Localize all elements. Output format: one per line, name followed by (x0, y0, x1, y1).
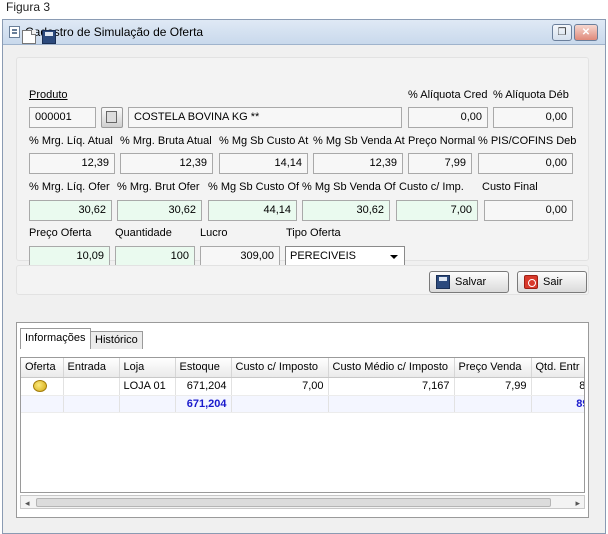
title-bar: Cadastro de Simulação de Oferta ❐ ✕ (3, 20, 605, 45)
save-disk-icon (436, 275, 450, 289)
app-form-icon (9, 26, 20, 38)
cell-preco-venda: 7,99 (454, 377, 532, 396)
cell-custo-imposto: 7,00 (231, 377, 329, 396)
aliquota-deb-field: 0,00 (493, 107, 573, 128)
close-button[interactable]: ✕ (574, 24, 598, 41)
aliquota-cred-label: % Alíquota Cred (408, 89, 488, 101)
tipo-oferta-select[interactable]: PERECIVEIS (285, 246, 405, 267)
tipo-oferta-value: PERECIVEIS (290, 250, 357, 262)
cell-oferta (21, 377, 64, 396)
pis-cofins-deb-field: 0,00 (478, 153, 573, 174)
custo-imp-label: Custo c/ Imp. (399, 181, 464, 193)
cell-entrada (63, 377, 120, 396)
chevron-down-icon (390, 255, 398, 259)
cell-loja: LOJA 01 (119, 377, 176, 396)
figure-caption: Figura 3 (6, 0, 51, 14)
mrg-liq-ofer-field[interactable]: 30,62 (29, 200, 112, 221)
mg-sb-custo-of-label: % Mg Sb Custo Of (208, 181, 300, 193)
power-exit-icon (524, 275, 538, 289)
mg-sb-venda-at-label: % Mg Sb Venda At (313, 135, 405, 147)
close-icon: ✕ (581, 27, 591, 38)
horizontal-scrollbar[interactable]: ◂ ▸ (20, 495, 585, 509)
cell-custo-medio: 7,167 (328, 377, 455, 396)
quantidade-label: Quantidade (115, 227, 172, 239)
mrg-liq-atual-field: 12,39 (29, 153, 115, 174)
custo-final-label: Custo Final (482, 181, 538, 193)
col-estoque[interactable]: Estoque (175, 358, 232, 378)
mg-sb-custo-at-field: 14,14 (219, 153, 308, 174)
table-row[interactable]: LOJA 01 671,204 7,00 7,167 7,99 89 (21, 377, 584, 396)
cell-qtd-entr: 89 (531, 377, 584, 396)
quantidade-field[interactable]: 100 (115, 246, 195, 267)
custo-imp-field[interactable]: 7,00 (396, 200, 478, 221)
preco-normal-field: 7,99 (408, 153, 472, 174)
cell-estoque: 671,204 (175, 377, 232, 396)
preco-oferta-label: Preço Oferta (29, 227, 92, 239)
mrg-bruta-atual-label: % Mrg. Bruta Atual (120, 135, 212, 147)
mg-sb-venda-at-field: 12,39 (313, 153, 403, 174)
salvar-button[interactable]: Salvar (429, 271, 509, 293)
col-entrada[interactable]: Entrada (63, 358, 120, 378)
total-qtd-entr: 89, (531, 395, 584, 413)
mg-sb-custo-of-field[interactable]: 44,14 (208, 200, 297, 221)
grid-header-row: Oferta Entrada Loja Estoque Custo c/ Imp… (21, 358, 584, 378)
mrg-liq-atual-label: % Mrg. Líq. Atual (29, 135, 113, 147)
sair-button[interactable]: Sair (517, 271, 587, 293)
col-custo-medio[interactable]: Custo Médio c/ Imposto (328, 358, 455, 378)
mg-sb-custo-at-label: % Mg Sb Custo At (219, 135, 309, 147)
new-document-icon[interactable] (22, 30, 36, 44)
salvar-label: Salvar (455, 276, 487, 288)
lucro-label: Lucro (200, 227, 228, 239)
col-qtd-entr[interactable]: Qtd. Entr (531, 358, 584, 378)
total-estoque: 671,204 (175, 395, 232, 413)
totals-row: 671,204 89, (21, 395, 584, 413)
pis-cofins-deb-label: % PIS/COFINS Deb (478, 135, 577, 147)
product-search-button[interactable] (101, 107, 123, 128)
tab-informacoes[interactable]: Informações (20, 328, 91, 349)
mrg-liq-ofer-label: % Mrg. Líq. Ofer (29, 181, 110, 193)
mrg-brut-ofer-label: % Mrg. Brut Ofer (117, 181, 200, 193)
tab-historico[interactable]: Histórico (90, 331, 143, 349)
tipo-oferta-label: Tipo Oferta (286, 227, 341, 239)
col-custo-imposto[interactable]: Custo c/ Imposto (231, 358, 329, 378)
mg-sb-venda-of-label: % Mg Sb Venda Of (302, 181, 396, 193)
col-preco-venda[interactable]: Preço Venda (454, 358, 532, 378)
col-oferta[interactable]: Oferta (21, 358, 64, 378)
produto-name-field: COSTELA BOVINA KG ** (128, 107, 402, 128)
restore-icon: ❐ (557, 27, 567, 38)
mrg-brut-ofer-field[interactable]: 30,62 (117, 200, 202, 221)
sair-label: Sair (543, 276, 563, 288)
preco-oferta-field[interactable]: 10,09 (29, 246, 110, 267)
custo-final-field: 0,00 (484, 200, 573, 221)
scroll-left-icon[interactable]: ◂ (25, 498, 30, 509)
scroll-right-icon[interactable]: ▸ (575, 498, 580, 509)
scroll-thumb[interactable] (36, 498, 551, 507)
restore-button[interactable]: ❐ (552, 24, 572, 41)
mrg-bruta-atual-field: 12,39 (120, 153, 213, 174)
data-grid: Oferta Entrada Loja Estoque Custo c/ Imp… (20, 357, 585, 493)
produto-code-field[interactable]: 000001 (29, 107, 96, 128)
produto-label: Produto (29, 89, 68, 101)
save-disk-icon[interactable] (42, 30, 56, 44)
lucro-field: 309,00 (200, 246, 280, 267)
preco-normal-label: Preço Normal (408, 135, 476, 147)
coin-icon (33, 379, 47, 392)
aliquota-cred-field: 0,00 (408, 107, 488, 128)
mg-sb-venda-of-field[interactable]: 30,62 (302, 200, 390, 221)
col-loja[interactable]: Loja (119, 358, 176, 378)
aliquota-deb-label: % Alíquota Déb (493, 89, 569, 101)
